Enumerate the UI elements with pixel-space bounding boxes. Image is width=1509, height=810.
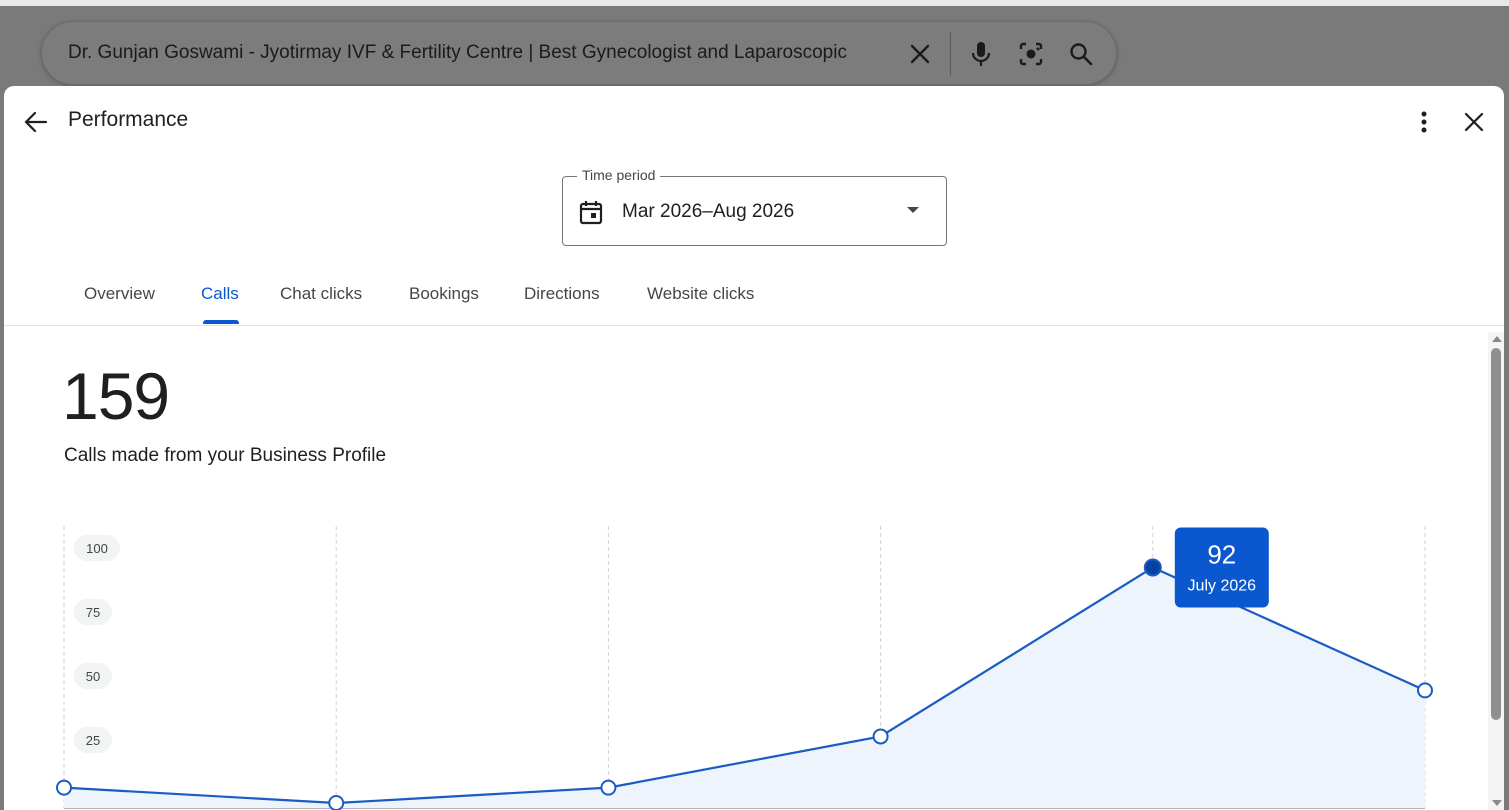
search-query-text[interactable]: Dr. Gunjan Goswami - Jyotirmay IVF & Fer… xyxy=(68,42,898,66)
scrollbar[interactable] xyxy=(1488,332,1504,810)
y-tick-label-75: 75 xyxy=(86,605,100,620)
time-period-select[interactable]: Time period Mar 2026–Aug 2026 xyxy=(562,167,947,246)
dialog-title: Performance xyxy=(68,108,189,131)
close-icon xyxy=(1464,112,1484,132)
time-period-label: Time period xyxy=(577,167,661,183)
time-period-value: Mar 2026–Aug 2026 xyxy=(622,201,795,222)
y-tick-label-50: 50 xyxy=(86,669,100,684)
tab-bookings[interactable]: Bookings xyxy=(409,284,479,304)
tab-overview[interactable]: Overview xyxy=(84,284,155,304)
metric-caption: Calls made from your Business Profile xyxy=(64,445,387,466)
scrollbar-thumb[interactable] xyxy=(1491,348,1501,720)
more-vert-icon xyxy=(1421,111,1427,133)
more-options-button[interactable] xyxy=(1408,106,1440,138)
tab-website-clicks[interactable]: Website clicks xyxy=(647,284,754,304)
browser-top-strip xyxy=(0,0,1509,6)
data-point-may-2026 xyxy=(600,779,617,796)
tab-calls[interactable]: Calls xyxy=(201,284,239,304)
data-point-jun-2026 xyxy=(872,728,889,745)
tab-chat-clicks[interactable]: Chat clicks xyxy=(280,284,362,304)
data-point-aug-2026 xyxy=(1417,682,1433,699)
search-icon[interactable] xyxy=(1065,38,1097,70)
tooltip-value: 92 xyxy=(1207,539,1236,569)
close-dialog-button[interactable] xyxy=(1458,106,1490,138)
calls-line-chart: 100 75 50 25 92 July 2026 xyxy=(56,526,1433,810)
data-point-jul-2026 xyxy=(1143,558,1162,577)
search-bar-divider xyxy=(950,32,951,76)
performance-dialog: Performance Time period Mar 2026–Aug 202… xyxy=(4,86,1504,810)
tab-directions[interactable]: Directions xyxy=(524,284,600,304)
metric-tabs: Overview Calls Chat clicks Bookings Dire… xyxy=(4,276,1504,326)
microphone-icon[interactable] xyxy=(965,38,997,70)
dropdown-arrow-icon xyxy=(907,207,919,213)
arrow-back-icon xyxy=(24,111,48,133)
lens-camera-icon[interactable] xyxy=(1015,38,1047,70)
data-point-mar-2026 xyxy=(56,779,72,796)
clear-search-icon[interactable] xyxy=(904,38,936,70)
tooltip-label: July 2026 xyxy=(1188,577,1257,594)
y-tick-label-25: 25 xyxy=(86,733,100,748)
data-point-apr-2026 xyxy=(328,795,345,810)
search-bar[interactable]: Dr. Gunjan Goswami - Jyotirmay IVF & Fer… xyxy=(41,21,1117,85)
y-tick-label-100: 100 xyxy=(86,541,108,556)
scroll-up-arrow-icon[interactable] xyxy=(1492,336,1502,342)
active-tab-indicator xyxy=(203,320,239,324)
calendar-icon xyxy=(579,201,603,225)
back-button[interactable] xyxy=(20,106,52,138)
scroll-down-arrow-icon[interactable] xyxy=(1492,800,1502,806)
metric-total: 159 xyxy=(62,359,170,433)
